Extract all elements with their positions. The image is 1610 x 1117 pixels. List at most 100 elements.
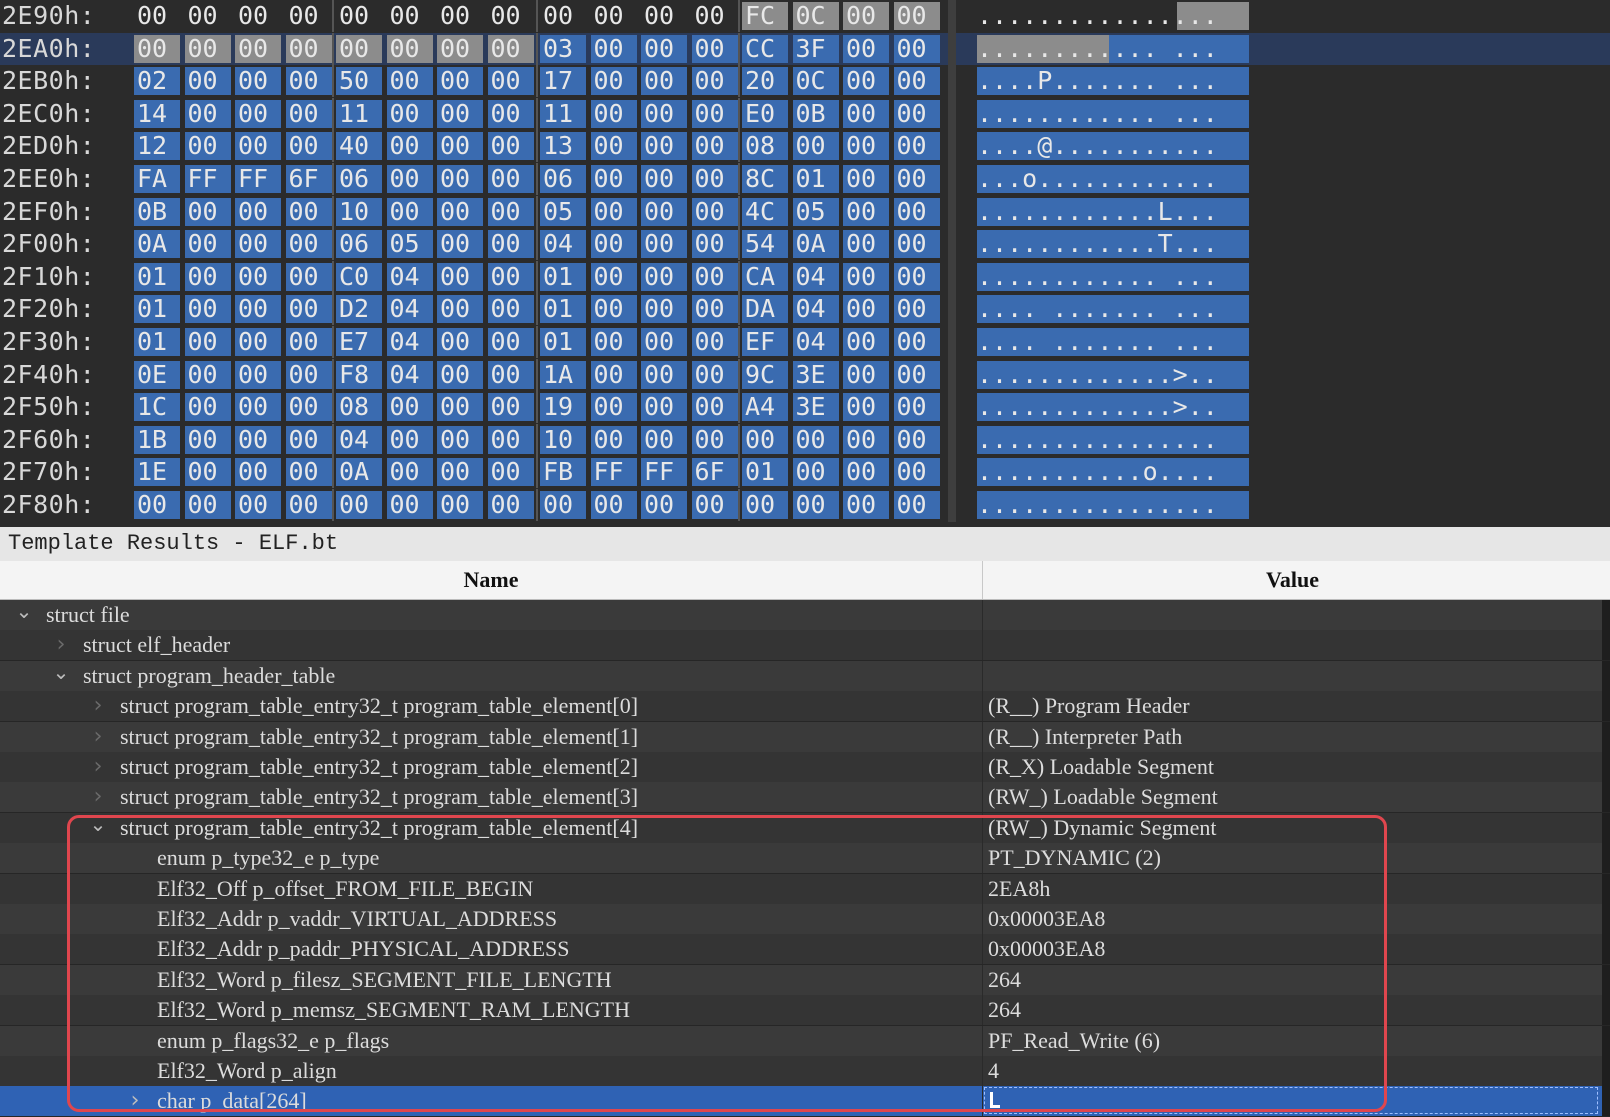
- hex-byte[interactable]: 01: [134, 262, 180, 291]
- hex-byte[interactable]: 00: [285, 99, 332, 128]
- hex-byte[interactable]: 00: [590, 295, 637, 324]
- hex-byte[interactable]: 06: [540, 165, 586, 193]
- hex-byte[interactable]: 00: [792, 132, 839, 161]
- hex-byte[interactable]: 00: [285, 67, 332, 96]
- hex-byte[interactable]: 00: [641, 197, 687, 226]
- hex-byte[interactable]: 10: [540, 425, 586, 454]
- hex-byte[interactable]: 00: [843, 295, 889, 324]
- hex-byte[interactable]: FF: [590, 458, 637, 487]
- hex-byte[interactable]: 00: [437, 165, 483, 193]
- hex-byte[interactable]: 00: [843, 99, 889, 128]
- hex-byte[interactable]: 00: [843, 67, 889, 96]
- hex-byte[interactable]: 00: [184, 132, 231, 161]
- tree-row[interactable]: › struct program_table_entry32_t program_…: [0, 782, 1610, 814]
- hex-byte[interactable]: 00: [387, 2, 433, 30]
- hex-byte[interactable]: 00: [386, 393, 433, 422]
- hex-byte[interactable]: 01: [134, 328, 180, 356]
- ascii-column-text[interactable]: ...o............: [977, 165, 1249, 193]
- hex-byte[interactable]: 00: [641, 165, 687, 193]
- hex-byte[interactable]: 00: [184, 230, 231, 259]
- hex-byte[interactable]: 00: [487, 295, 534, 324]
- hex-byte[interactable]: 00: [285, 230, 332, 259]
- hex-byte[interactable]: 00: [235, 99, 281, 128]
- hex-byte[interactable]: 00: [286, 2, 332, 30]
- hex-byte[interactable]: 00: [843, 165, 889, 193]
- hex-byte[interactable]: 01: [540, 328, 586, 356]
- hex-byte[interactable]: 00: [590, 360, 637, 389]
- tree-row[interactable]: ⌄ struct program_header_table: [0, 660, 1610, 692]
- hex-byte[interactable]: 00: [386, 99, 433, 128]
- hex-byte[interactable]: 00: [590, 99, 637, 128]
- hex-byte[interactable]: 00: [184, 99, 231, 128]
- hex-byte[interactable]: 04: [386, 360, 433, 389]
- hex-byte[interactable]: 00: [591, 2, 637, 30]
- hex-byte[interactable]: 00: [285, 491, 332, 519]
- hex-byte[interactable]: 00: [893, 132, 940, 161]
- hex-byte[interactable]: 00: [691, 34, 738, 63]
- hex-byte[interactable]: 00: [590, 165, 637, 193]
- chevron-right-icon[interactable]: ›: [88, 691, 108, 721]
- hex-byte[interactable]: 00: [285, 262, 332, 291]
- hex-byte[interactable]: 00: [285, 425, 332, 454]
- hex-byte[interactable]: 00: [487, 165, 534, 193]
- hex-byte[interactable]: 00: [285, 197, 332, 226]
- hex-byte[interactable]: 00: [641, 99, 687, 128]
- ascii-column-text[interactable]: .............>..: [977, 393, 1249, 422]
- hex-byte[interactable]: 04: [386, 295, 433, 324]
- ascii-column-text[interactable]: ................: [977, 2, 1249, 30]
- hex-byte[interactable]: 00: [691, 99, 738, 128]
- hex-byte[interactable]: 04: [792, 328, 839, 356]
- hex-byte[interactable]: 00: [235, 132, 281, 161]
- hex-byte[interactable]: 0B: [134, 197, 180, 226]
- hex-byte[interactable]: 1E: [134, 458, 180, 487]
- tree-row[interactable]: Elf32_Word p_align 4: [0, 1056, 1610, 1087]
- hex-byte[interactable]: 00: [487, 34, 534, 63]
- hex-byte[interactable]: 00: [691, 393, 738, 422]
- value-column-header[interactable]: Value: [983, 561, 1602, 599]
- hex-byte[interactable]: 08: [742, 132, 788, 161]
- tree-row[interactable]: › struct program_table_entry32_t program_…: [0, 691, 1610, 723]
- hex-byte[interactable]: 00: [641, 230, 687, 259]
- hex-byte[interactable]: 00: [437, 34, 483, 63]
- hex-byte[interactable]: 00: [488, 2, 534, 30]
- hex-byte[interactable]: 00: [893, 34, 940, 63]
- hex-byte[interactable]: 04: [386, 262, 433, 291]
- hex-byte[interactable]: 05: [540, 197, 586, 226]
- hex-byte[interactable]: 00: [691, 197, 738, 226]
- name-column-header[interactable]: Name: [0, 561, 982, 599]
- hex-byte[interactable]: FC: [742, 2, 788, 30]
- hex-byte[interactable]: 00: [641, 2, 687, 30]
- hex-byte[interactable]: 11: [336, 99, 382, 128]
- hex-byte[interactable]: 01: [792, 165, 839, 193]
- hex-byte[interactable]: 00: [134, 34, 180, 63]
- ascii-column-text[interactable]: .... ....... ...: [977, 328, 1249, 356]
- hex-byte[interactable]: 3F: [792, 34, 839, 63]
- chevron-right-icon[interactable]: ›: [88, 722, 108, 752]
- hex-byte[interactable]: 00: [235, 360, 281, 389]
- hex-byte[interactable]: 00: [742, 425, 788, 454]
- hex-byte[interactable]: 00: [641, 360, 687, 389]
- hex-byte[interactable]: 01: [742, 458, 788, 487]
- hex-byte[interactable]: E7: [336, 328, 382, 356]
- hex-byte[interactable]: 00: [590, 491, 637, 519]
- hex-byte[interactable]: 54: [742, 230, 788, 259]
- hex-byte[interactable]: 00: [336, 491, 382, 519]
- hex-byte[interactable]: 04: [792, 295, 839, 324]
- hex-byte[interactable]: 00: [893, 230, 940, 259]
- hex-byte[interactable]: 14: [134, 99, 180, 128]
- hex-byte[interactable]: 00: [184, 295, 231, 324]
- tree-row[interactable]: ⌄ struct file: [0, 600, 1610, 631]
- hex-byte[interactable]: 00: [843, 328, 889, 356]
- hex-byte[interactable]: 00: [235, 197, 281, 226]
- ascii-column-text[interactable]: ................: [977, 425, 1249, 454]
- ascii-column-text[interactable]: ....P....... ...: [977, 67, 1249, 96]
- hex-byte[interactable]: 00: [540, 491, 586, 519]
- hex-byte[interactable]: 00: [336, 34, 382, 63]
- hex-byte[interactable]: 05: [792, 197, 839, 226]
- hex-byte[interactable]: 1A: [540, 360, 586, 389]
- hex-byte[interactable]: 00: [437, 491, 483, 519]
- hex-byte[interactable]: A4: [742, 393, 788, 422]
- ascii-column-text[interactable]: ............ ...: [977, 34, 1249, 63]
- hex-byte[interactable]: 00: [235, 67, 281, 96]
- hex-byte[interactable]: 00: [691, 295, 738, 324]
